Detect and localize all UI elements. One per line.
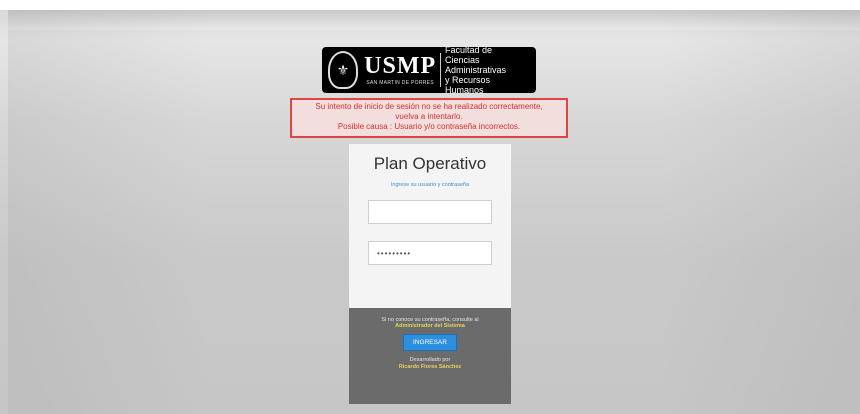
admin-link[interactable]: Administrador del Sistema (349, 323, 511, 329)
login-error-alert: Su intento de inicio de sesión no se ha … (290, 98, 568, 138)
error-cause: Posible causa : Usuario y/o contraseña i… (337, 122, 521, 131)
brand-name: USMP (364, 53, 437, 79)
background-shade-left (8, 10, 208, 414)
brand-block: USMP SAN MARTIN DE PORRES (364, 54, 436, 86)
password-input[interactable] (368, 241, 492, 265)
login-form: Plan Operativo Ingrese su usuario y cont… (349, 144, 511, 308)
error-line: vuelva a intentarlo. (395, 112, 463, 121)
faculty-name: Facultad de Ciencias Administrativas y R… (445, 45, 530, 95)
faculty-line: Facultad de (445, 45, 493, 55)
login-card: Plan Operativo Ingrese su usuario y cont… (349, 144, 511, 404)
username-input[interactable] (368, 200, 492, 224)
background-shade-right (660, 10, 860, 414)
developed-by-label: Desarrollado por (409, 357, 451, 363)
login-footer: Si no conoce su contraseña, consulte al … (349, 308, 511, 404)
login-hint: Ingrese su usuario y contraseña (390, 182, 470, 188)
usmp-seal-icon: ⚜ (328, 51, 359, 89)
error-line: Su intento de inicio de sesión no se ha … (315, 102, 543, 111)
faculty-line: Ciencias Administrativas (445, 55, 507, 75)
developer-credit: Desarrollado por Ricardo Flores Sánchez (349, 357, 511, 371)
logo-divider (440, 53, 442, 87)
brand-subtitle: SAN MARTIN DE PORRES (366, 80, 434, 86)
submit-button[interactable]: INGRESAR (403, 334, 457, 351)
developer-name: Ricardo Flores Sánchez (398, 364, 462, 370)
usmp-logo: ⚜ USMP SAN MARTIN DE PORRES Facultad de … (322, 45, 536, 95)
faculty-line: y Recursos Humanos (445, 75, 491, 95)
page-title: Plan Operativo (373, 154, 487, 173)
